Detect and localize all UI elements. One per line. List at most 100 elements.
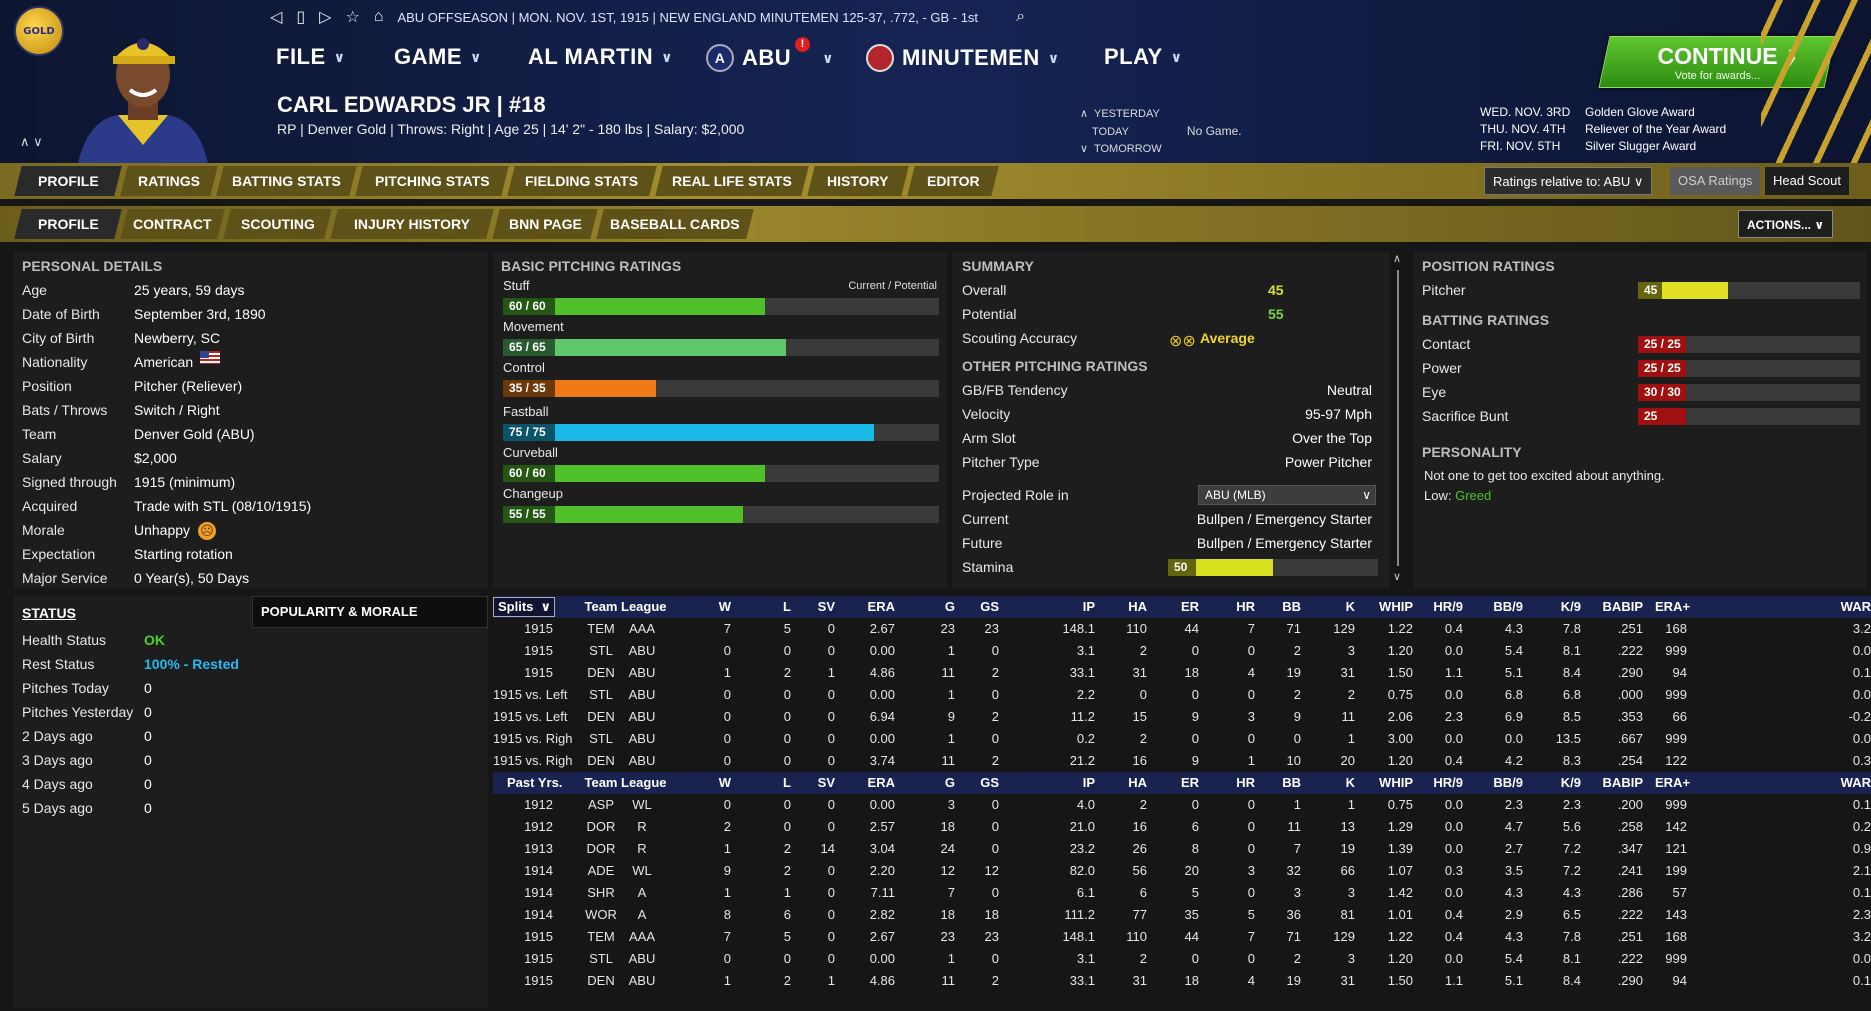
bookmark-icon[interactable]: ▯	[296, 7, 305, 27]
table-row[interactable]: 1914 ADE WL 9 2 0 2.20 12 12 82.0 56 20 3 32 66 1.07 0.3…	[493, 860, 1871, 882]
column-header[interactable]: L	[747, 772, 791, 794]
column-header[interactable]: K/9	[1537, 596, 1581, 618]
column-header[interactable]: GS	[963, 596, 999, 618]
table-row[interactable]: 1915 vs. Left DEN ABU 0 0 0 6.94 9 2 11.2 15 9 3 9 11 2…	[493, 706, 1871, 728]
column-header[interactable]: G	[909, 596, 955, 618]
table-row[interactable]: 1915 DEN ABU 1 2 1 4.86 11 2 33.1 31 18 4 19 31 1.50 1.1…	[493, 970, 1871, 992]
column-header[interactable]: WHIP	[1365, 772, 1413, 794]
table-row[interactable]: 1915 STL ABU 0 0 0 0.00 1 0 3.1 2 0 0 2 3 1.20 0.0 5.4 8.1…	[493, 948, 1871, 970]
search-icon[interactable]: ⌕	[1016, 8, 1025, 26]
menu-file[interactable]: FILE ∨	[276, 44, 346, 70]
table-row[interactable]: 1915 vs. Righ DEN ABU 0 0 0 3.74 11 2 21.2 16 9 1 10 2…	[493, 750, 1871, 772]
column-header[interactable]: IP	[1049, 772, 1095, 794]
table-row[interactable]: 1912 DOR R 2 0 0 2.57 18 0 21.0 16 6 0 11 13 1.29 0.0 4.7…	[493, 816, 1871, 838]
down-arrow-icon[interactable]: ∨	[1080, 143, 1088, 155]
table-row[interactable]: 1912 ASP WL 0 0 0 0.00 3 0 4.0 2 0 0 1 1 0.75 0.0 2.3 2.3.…	[493, 794, 1871, 816]
tab-batting-stats[interactable]: BATTING STATS	[216, 166, 357, 196]
column-header[interactable]: HA	[1107, 596, 1147, 618]
table-row[interactable]: 1915 STL ABU 0 0 0 0.00 1 0 3.1 2 0 0 2 3 1.20 0.0 5.4 8.1…	[493, 640, 1871, 662]
column-header[interactable]: SV	[801, 596, 835, 618]
forward-icon[interactable]: ▷	[319, 7, 331, 27]
column-header[interactable]: HA	[1107, 772, 1147, 794]
osa-ratings-button[interactable]: OSA Ratings	[1670, 167, 1761, 195]
tab-ratings[interactable]: RATINGS	[120, 166, 218, 196]
subtab-scouting[interactable]: SCOUTING	[223, 209, 332, 239]
menu-play[interactable]: PLAY ∨	[1104, 44, 1183, 70]
menu-abu[interactable]: A ABU ! ∨	[706, 36, 834, 72]
team-logo[interactable]: GOLD	[14, 6, 64, 56]
column-header[interactable]: ERA	[845, 772, 895, 794]
column-header[interactable]: HR	[1211, 596, 1255, 618]
subtab-profile[interactable]: PROFILE	[14, 209, 122, 239]
subtab-contract[interactable]: CONTRACT	[120, 209, 225, 239]
column-header[interactable]: HR/9	[1421, 596, 1463, 618]
splits-select[interactable]: Splits ∨	[493, 597, 555, 617]
column-header[interactable]: ERA+	[1655, 596, 1690, 618]
column-header[interactable]: League	[621, 772, 667, 794]
table-row[interactable]: 1914 WOR A 8 6 0 2.82 18 18 111.2 77 35 5 36 81 1.01 0.4…	[493, 904, 1871, 926]
column-header[interactable]: G	[909, 772, 955, 794]
home-icon[interactable]: ⌂	[374, 8, 384, 26]
column-header[interactable]: W	[689, 596, 731, 618]
column-header[interactable]: ER	[1159, 772, 1199, 794]
ratings-relative-select[interactable]: Ratings relative to: ABU ∨	[1484, 167, 1653, 195]
table-row[interactable]: 1915 vs. Left STL ABU 0 0 0 0.00 1 0 2.2 0 0 0 2 2 0.75…	[493, 684, 1871, 706]
menu-league[interactable]: AL MARTIN ∨	[528, 44, 673, 70]
player-nav-arrows[interactable]: ∧ ∨	[20, 134, 43, 150]
column-header[interactable]: K	[1315, 596, 1355, 618]
column-header[interactable]: SV	[801, 772, 835, 794]
column-header[interactable]: K	[1315, 772, 1355, 794]
menu-team[interactable]: MINUTEMEN ∨	[866, 44, 1060, 72]
star-icon[interactable]: ☆	[345, 7, 359, 27]
continue-button[interactable]: CONTINUE Vote for awards... 〉	[1598, 36, 1836, 88]
tab-pitching-stats[interactable]: PITCHING STATS	[355, 166, 509, 196]
table-row[interactable]: 1915 DEN ABU 1 2 1 4.86 11 2 33.1 31 18 4 19 31 1.50 1.1…	[493, 662, 1871, 684]
scrollbar[interactable]: ∧ ∨	[1393, 252, 1403, 588]
column-header[interactable]: K/9	[1537, 772, 1581, 794]
tab-real-life-stats[interactable]: REAL LIFE STATS	[655, 166, 809, 196]
column-header[interactable]: Team	[579, 772, 623, 794]
tab-fielding-stats[interactable]: FIELDING STATS	[507, 166, 657, 196]
subtab-injury-history[interactable]: INJURY HISTORY	[330, 209, 494, 239]
back-icon[interactable]: ◁	[270, 7, 282, 27]
column-header[interactable]: League	[621, 596, 667, 618]
actions-button[interactable]: ACTIONS... ∨	[1738, 210, 1834, 238]
table-row[interactable]: 1915 TEM AAA 7 5 0 2.67 23 23 148.1 110 44 7 71 129 1.2…	[493, 618, 1871, 640]
column-header[interactable]: BB	[1269, 772, 1301, 794]
scroll-down-icon[interactable]: ∨	[1393, 570, 1401, 583]
column-header[interactable]: WHIP	[1365, 596, 1413, 618]
table-row[interactable]: 1914 SHR A 1 1 0 7.11 7 0 6.1 6 5 0 3 3 1.42 0.0 4.3 4.3 .2…	[493, 882, 1871, 904]
subtab-bnn-page[interactable]: BNN PAGE	[492, 209, 598, 239]
column-header[interactable]: BABIP	[1597, 772, 1643, 794]
up-arrow-icon[interactable]: ∧	[1080, 108, 1088, 120]
projected-role-select[interactable]: ABU (MLB) ∨	[1198, 485, 1376, 505]
table-row[interactable]: 1915 vs. Righ STL ABU 0 0 0 0.00 1 0 0.2 2 0 0 0 1 3.00…	[493, 728, 1871, 750]
column-header[interactable]: Team	[579, 596, 623, 618]
menu-game[interactable]: GAME ∨	[394, 44, 482, 70]
column-header[interactable]: BB	[1269, 596, 1301, 618]
subtab-baseball-cards[interactable]: BASEBALL CARDS	[596, 209, 754, 239]
popularity-morale-tab[interactable]: POPULARITY & MORALE	[252, 596, 488, 628]
tab-history[interactable]: HISTORY	[807, 166, 909, 196]
column-header[interactable]: WAR	[1693, 596, 1871, 618]
column-header[interactable]: L	[747, 596, 791, 618]
column-header[interactable]: BB/9	[1479, 772, 1523, 794]
tab-profile[interactable]: PROFILE	[14, 166, 122, 196]
column-header[interactable]: GS	[963, 772, 999, 794]
status-tab[interactable]: STATUS	[22, 605, 76, 621]
column-header[interactable]: BABIP	[1597, 596, 1643, 618]
column-header[interactable]: HR/9	[1421, 772, 1463, 794]
table-row[interactable]: 1915 TEM AAA 7 5 0 2.67 23 23 148.1 110 44 7 71 129 1.2…	[493, 926, 1871, 948]
column-header[interactable]: BB/9	[1479, 596, 1523, 618]
column-header[interactable]: W	[689, 772, 731, 794]
column-header[interactable]: WAR	[1693, 772, 1871, 794]
head-scout-button[interactable]: Head Scout	[1765, 167, 1849, 195]
column-header[interactable]: ER	[1159, 596, 1199, 618]
column-header[interactable]: ERA+	[1655, 772, 1690, 794]
tab-editor[interactable]: EDITOR	[907, 166, 999, 196]
column-header[interactable]: IP	[1049, 596, 1095, 618]
column-header[interactable]: HR	[1211, 772, 1255, 794]
column-header[interactable]: ERA	[845, 596, 895, 618]
scroll-up-icon[interactable]: ∧	[1393, 252, 1401, 265]
table-row[interactable]: 1913 DOR R 1 2 14 3.04 24 0 23.2 26 8 0 7 19 1.39 0.0 2.7…	[493, 838, 1871, 860]
